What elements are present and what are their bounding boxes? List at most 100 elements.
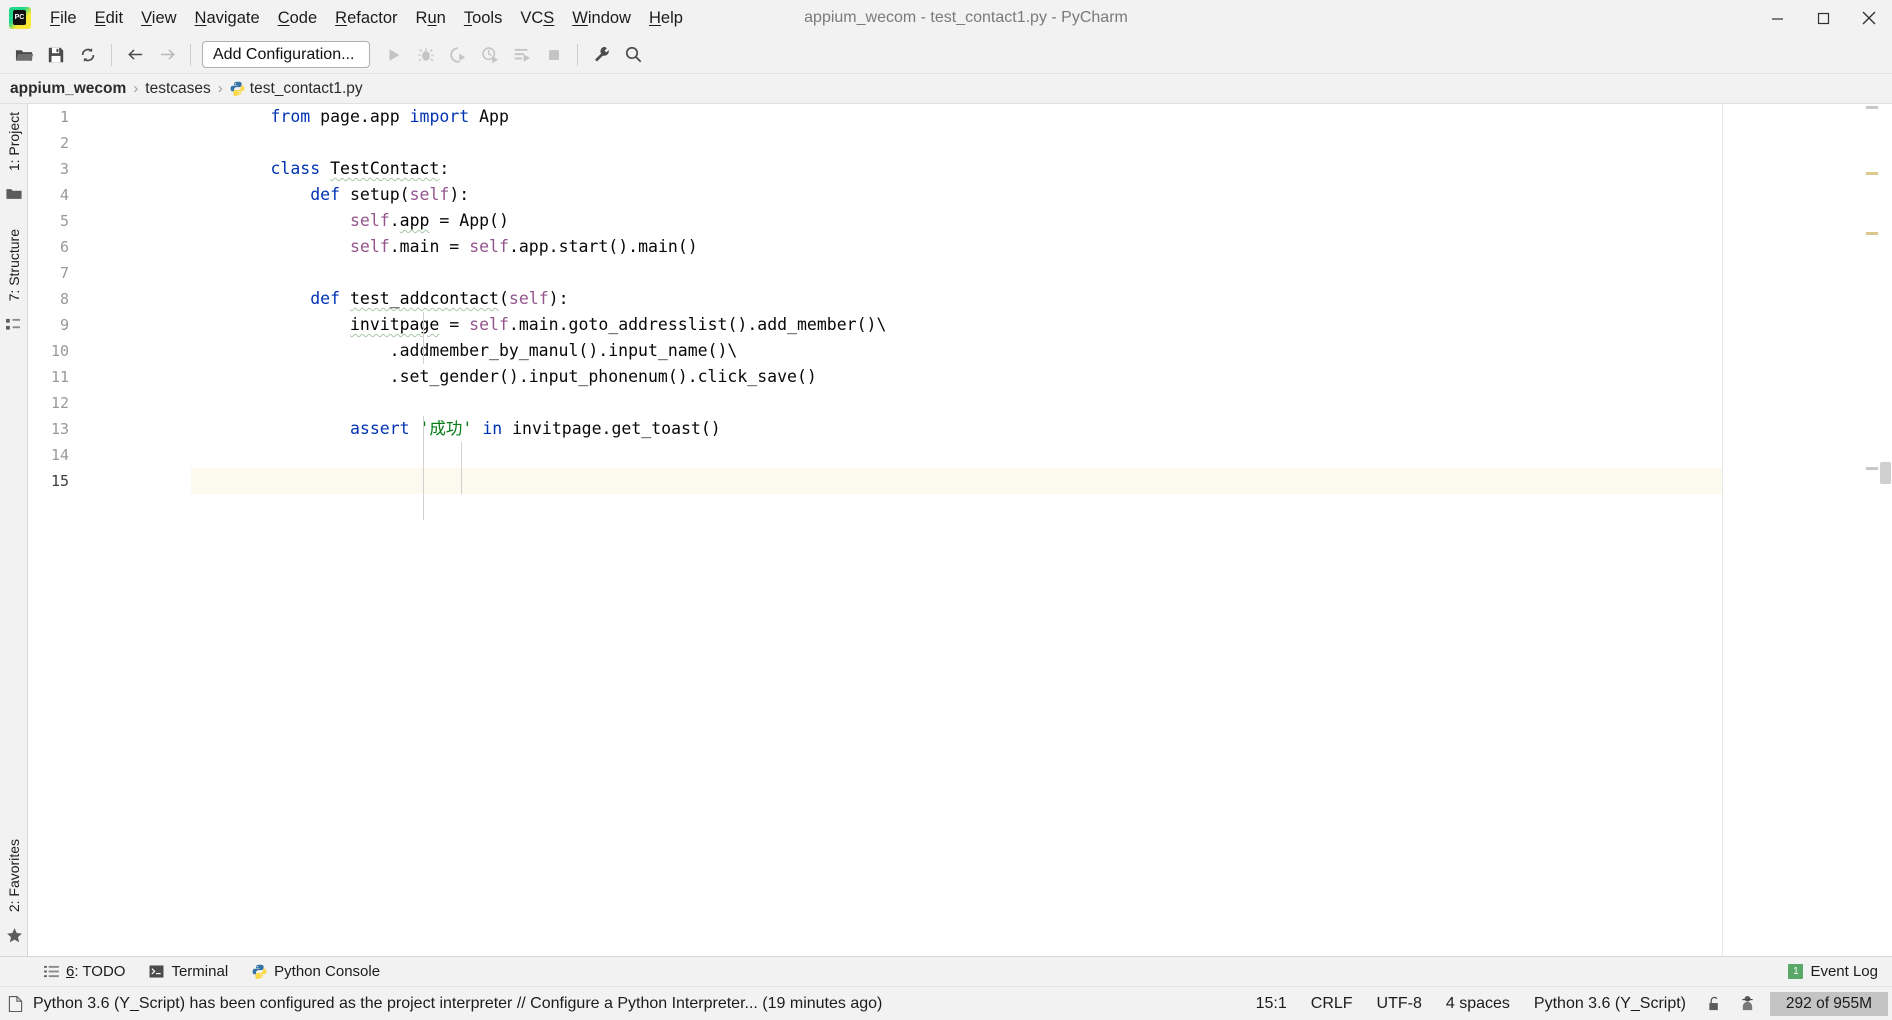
python-interpreter[interactable]: Python 3.6 (Y_Script) [1522, 995, 1698, 1013]
menu-tools[interactable]: Tools [455, 4, 512, 32]
breadcrumb-label: appium_wecom [10, 79, 127, 97]
save-all-icon[interactable] [41, 40, 71, 70]
line-number[interactable]: 15 [28, 468, 191, 494]
editor-vertical-scrollbar[interactable] [1878, 104, 1892, 956]
code-line[interactable] [191, 260, 1722, 286]
run-tests-icon[interactable] [507, 40, 537, 70]
line-number[interactable]: 7 [28, 260, 191, 286]
run-icon[interactable] [379, 40, 409, 70]
star-icon[interactable] [3, 926, 25, 944]
search-icon[interactable] [618, 40, 648, 70]
menu-run[interactable]: Run [407, 4, 455, 32]
memory-indicator[interactable]: 292 of 955M [1770, 991, 1888, 1016]
caret-position[interactable]: 15:1 [1244, 995, 1299, 1013]
folder-icon[interactable] [3, 185, 25, 203]
code-line[interactable] [191, 468, 1722, 494]
line-separator[interactable]: CRLF [1299, 995, 1365, 1013]
code-line[interactable]: assert '成功' in invitpage.get_toast() [191, 416, 1722, 442]
tool-window-terminal[interactable]: Terminal [143, 960, 240, 983]
line-number[interactable]: 10 [28, 338, 191, 364]
code-line[interactable]: .set_gender().input_phonenum().click_sav… [191, 364, 1722, 390]
open-icon[interactable] [9, 40, 39, 70]
line-number[interactable]: 3 [28, 156, 191, 182]
line-number[interactable]: 12 [28, 390, 191, 416]
editor-gutter[interactable]: 1 2 3 4 5 6 7 8 9 10 11 12 13 14 15 [28, 104, 191, 956]
error-stripe[interactable] [1866, 104, 1878, 956]
code-line[interactable] [191, 390, 1722, 416]
code-line[interactable] [191, 442, 1722, 468]
run-with-coverage-icon[interactable] [443, 40, 473, 70]
sidebar-item-structure[interactable]: 7: Structure [2, 221, 26, 309]
close-button[interactable] [1846, 0, 1892, 36]
profile-icon[interactable] [475, 40, 505, 70]
code-token: self [469, 237, 509, 256]
line-number[interactable]: 11 [28, 364, 191, 390]
line-number[interactable]: 8 [28, 286, 191, 312]
debug-icon[interactable] [411, 40, 441, 70]
status-message[interactable]: Python 3.6 (Y_Script) has been configure… [33, 995, 882, 1013]
add-configuration-button[interactable]: Add Configuration... [202, 41, 370, 68]
forward-icon[interactable] [152, 40, 182, 70]
code-line[interactable]: def test_addcontact(self): [191, 286, 1722, 312]
sidebar-item-project[interactable]: 1: Project [2, 104, 26, 179]
line-number[interactable]: 13 [28, 416, 191, 442]
menu-window[interactable]: Window [563, 4, 640, 32]
tool-window-python-console[interactable]: Python Console [246, 960, 392, 983]
file-encoding[interactable]: UTF-8 [1365, 995, 1434, 1013]
code-line[interactable]: def setup(self): [191, 182, 1722, 208]
menu-code[interactable]: Code [269, 4, 326, 32]
code-line[interactable] [191, 130, 1722, 156]
structure-icon[interactable] [3, 316, 25, 334]
line-number[interactable]: 5 [28, 208, 191, 234]
line-number[interactable]: 2 [28, 130, 191, 156]
code-editor[interactable]: from page.app import App class TestConta… [191, 104, 1722, 956]
line-number[interactable]: 1 [28, 104, 191, 130]
code-line[interactable]: self.main = self.app.start().main() [191, 234, 1722, 260]
line-number[interactable]: 4 [28, 182, 191, 208]
event-log-button[interactable]: 1 Event Log [1788, 963, 1878, 980]
editor-right-margin [1722, 104, 1892, 956]
breadcrumb-item-1[interactable]: testcases [145, 80, 210, 98]
hector-icon[interactable] [1731, 995, 1764, 1012]
scrollbar-thumb[interactable] [1880, 462, 1891, 484]
maximize-button[interactable] [1800, 0, 1846, 36]
stop-icon[interactable] [539, 40, 569, 70]
menu-help[interactable]: Help [640, 4, 692, 32]
back-icon[interactable] [120, 40, 150, 70]
menu-edit[interactable]: Edit [86, 4, 132, 32]
breadcrumb-item-0[interactable]: appium_wecom [10, 80, 126, 98]
sidebar-item-favorites[interactable]: 2: Favorites [2, 831, 26, 920]
menu-refactor[interactable]: Refactor [326, 4, 406, 32]
code-token: import [409, 107, 470, 126]
code-token: self [349, 211, 390, 230]
indent-setting[interactable]: 4 spaces [1434, 995, 1522, 1013]
window-title-text: appium_wecom - test_contact1.py - PyChar… [804, 9, 1128, 26]
synchronize-icon[interactable] [73, 40, 103, 70]
line-number[interactable]: 14 [28, 442, 191, 468]
lock-icon[interactable] [1698, 996, 1731, 1012]
document-icon[interactable] [8, 995, 23, 1012]
minimize-button[interactable] [1754, 0, 1800, 36]
breadcrumb-item-2[interactable]: test_contact1.py [230, 80, 363, 98]
line-number[interactable]: 6 [28, 234, 191, 260]
code-line[interactable]: from page.app import App [191, 104, 1722, 130]
menu-navigate[interactable]: Navigate [186, 4, 269, 32]
code-token: self [409, 185, 450, 204]
code-token: in [482, 419, 503, 438]
line-number[interactable]: 9 [28, 312, 191, 338]
menu-file[interactable]: File [41, 4, 86, 32]
code-line[interactable]: self.app = App() [191, 208, 1722, 234]
menu-vcs[interactable]: VCS [511, 4, 563, 32]
tool-window-todo[interactable]: 6: TODO [38, 960, 137, 983]
code-token: App [469, 107, 509, 126]
menu-view[interactable]: View [132, 4, 185, 32]
code-line[interactable]: invitpage = self.main.goto_addresslist()… [191, 312, 1722, 338]
code-line[interactable]: .addmember_by_manul().input_name()\ [191, 338, 1722, 364]
code-line[interactable]: class TestContact: [191, 156, 1722, 182]
code-token: setup( [340, 185, 410, 204]
settings-icon[interactable] [586, 40, 616, 70]
